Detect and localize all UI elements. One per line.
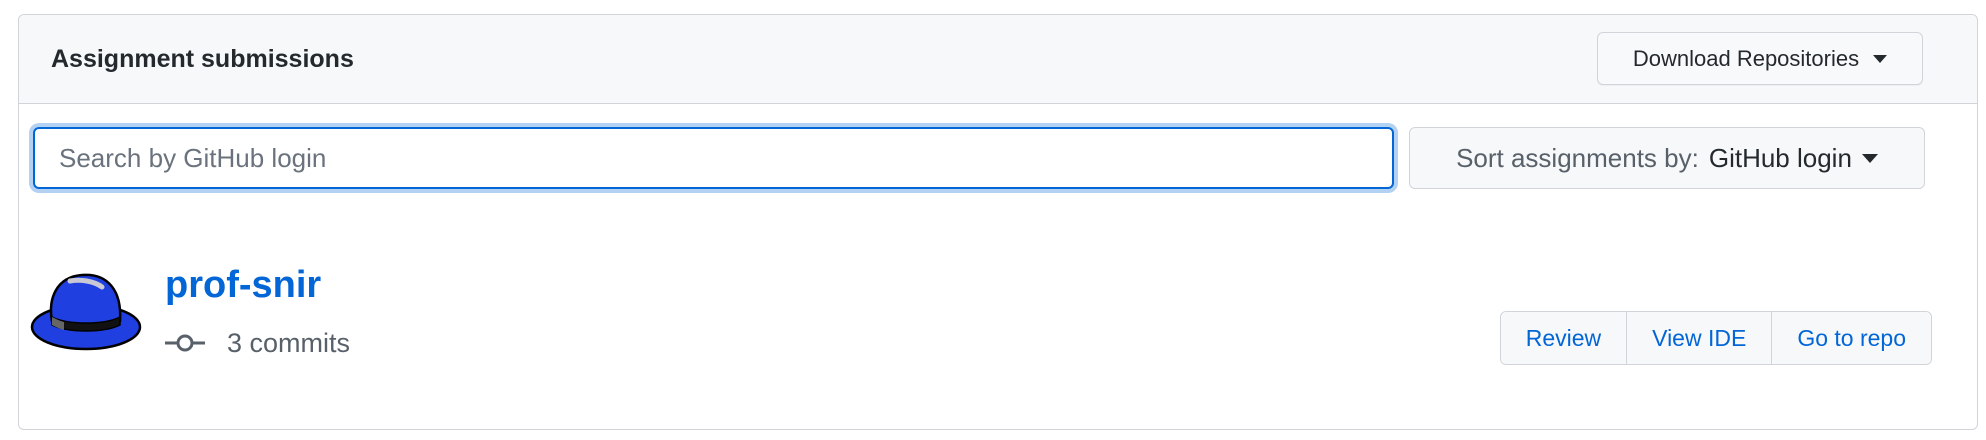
submission-action-group: Review View IDE Go to repo xyxy=(1499,311,1932,365)
assignment-submissions-panel: Assignment submissions Download Reposito… xyxy=(18,14,1978,430)
commit-count: 3 commits xyxy=(165,327,350,359)
go-to-repo-button[interactable]: Go to repo xyxy=(1772,312,1931,364)
git-commit-icon xyxy=(165,334,205,352)
sort-prefix-label: Sort assignments by: xyxy=(1456,142,1699,173)
sort-dropdown-button[interactable]: Sort assignments by: GitHub login xyxy=(1409,127,1925,189)
caret-down-icon xyxy=(1873,54,1888,63)
submission-login-link[interactable]: prof-snir xyxy=(165,264,321,307)
blue-fedora-hat-icon xyxy=(30,273,142,351)
panel-header: Assignment submissions Download Reposito… xyxy=(19,15,1977,104)
download-repositories-label: Download Repositories xyxy=(1632,45,1860,71)
view-ide-button[interactable]: View IDE xyxy=(1627,312,1773,364)
commit-count-label: 3 commits xyxy=(227,327,351,358)
download-repositories-button[interactable]: Download Repositories xyxy=(1597,32,1923,85)
caret-down-icon xyxy=(1861,153,1878,163)
review-button[interactable]: Review xyxy=(1500,312,1628,364)
panel-title: Assignment submissions xyxy=(51,45,354,73)
sort-selected-value: GitHub login xyxy=(1708,142,1852,173)
search-input[interactable] xyxy=(33,127,1394,189)
